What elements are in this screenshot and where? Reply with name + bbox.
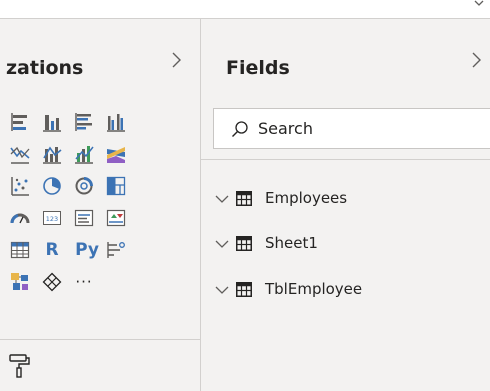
visualizations-divider: [0, 339, 200, 340]
table-name: Sheet1: [265, 234, 318, 252]
line-and-column-chart-icon[interactable]: [73, 143, 95, 165]
table-icon: [236, 236, 252, 251]
area-chart-icon[interactable]: [41, 143, 63, 165]
table-icon: [236, 191, 252, 206]
visualizations-pane: zations 123 R Py ···: [0, 19, 201, 391]
chevron-down-icon[interactable]: [215, 194, 229, 204]
scatter-chart-icon[interactable]: [9, 175, 31, 197]
search-icon: [232, 121, 248, 137]
fields-pane: Fields Search Employees Sheet1 TblEmploy…: [201, 19, 490, 391]
card-icon[interactable]: 123: [41, 207, 63, 229]
table-visual-icon[interactable]: [9, 239, 31, 261]
donut-chart-icon[interactable]: [73, 175, 95, 197]
svg-text:123: 123: [46, 215, 58, 223]
field-table-row[interactable]: TblEmployee: [215, 280, 475, 302]
clustered-column-chart-icon[interactable]: [105, 111, 127, 133]
r-visual-label: R: [45, 240, 59, 260]
search-placeholder: Search: [258, 119, 313, 138]
visualizations-pane-title: zations: [6, 57, 84, 79]
kpi-icon[interactable]: [105, 207, 127, 229]
fields-search-input[interactable]: Search: [213, 108, 490, 149]
gauge-icon[interactable]: [9, 207, 31, 229]
more-visuals-icon[interactable]: ···: [73, 271, 95, 293]
key-influencers-icon[interactable]: [105, 239, 127, 261]
more-visuals-label: ···: [75, 273, 93, 291]
collapse-fields-chevron-icon[interactable]: [468, 49, 484, 71]
python-visual-label: Py: [75, 240, 99, 260]
paint-roller-icon[interactable]: [8, 353, 32, 379]
custom-visual-icon[interactable]: [41, 271, 63, 293]
stacked-bar-chart-icon[interactable]: [9, 111, 31, 133]
stacked-column-chart-icon[interactable]: [41, 111, 63, 133]
table-name: Employees: [265, 189, 348, 207]
table-name: TblEmployee: [265, 280, 363, 298]
line-chart-icon[interactable]: [9, 143, 31, 165]
table-icon: [236, 282, 252, 297]
r-visual-icon[interactable]: R: [41, 239, 63, 261]
chevron-down-icon[interactable]: [215, 239, 229, 249]
collapse-visualizations-chevron-icon[interactable]: [168, 49, 184, 71]
field-table-row[interactable]: Sheet1: [215, 234, 475, 256]
treemap-icon[interactable]: [105, 175, 127, 197]
pie-chart-icon[interactable]: [41, 175, 63, 197]
clustered-bar-chart-icon[interactable]: [73, 111, 95, 133]
fields-divider: [201, 159, 490, 160]
fields-pane-title: Fields: [226, 57, 290, 79]
multi-row-card-icon[interactable]: [73, 207, 95, 229]
top-strip: [0, 0, 490, 19]
python-visual-icon[interactable]: Py: [73, 239, 101, 261]
field-table-row[interactable]: Employees: [215, 189, 475, 211]
chevron-down-icon[interactable]: [215, 285, 229, 295]
ribbon-chart-icon[interactable]: [105, 143, 127, 165]
chevron-down-icon[interactable]: [474, 0, 484, 8]
decomposition-tree-icon[interactable]: [9, 271, 31, 293]
